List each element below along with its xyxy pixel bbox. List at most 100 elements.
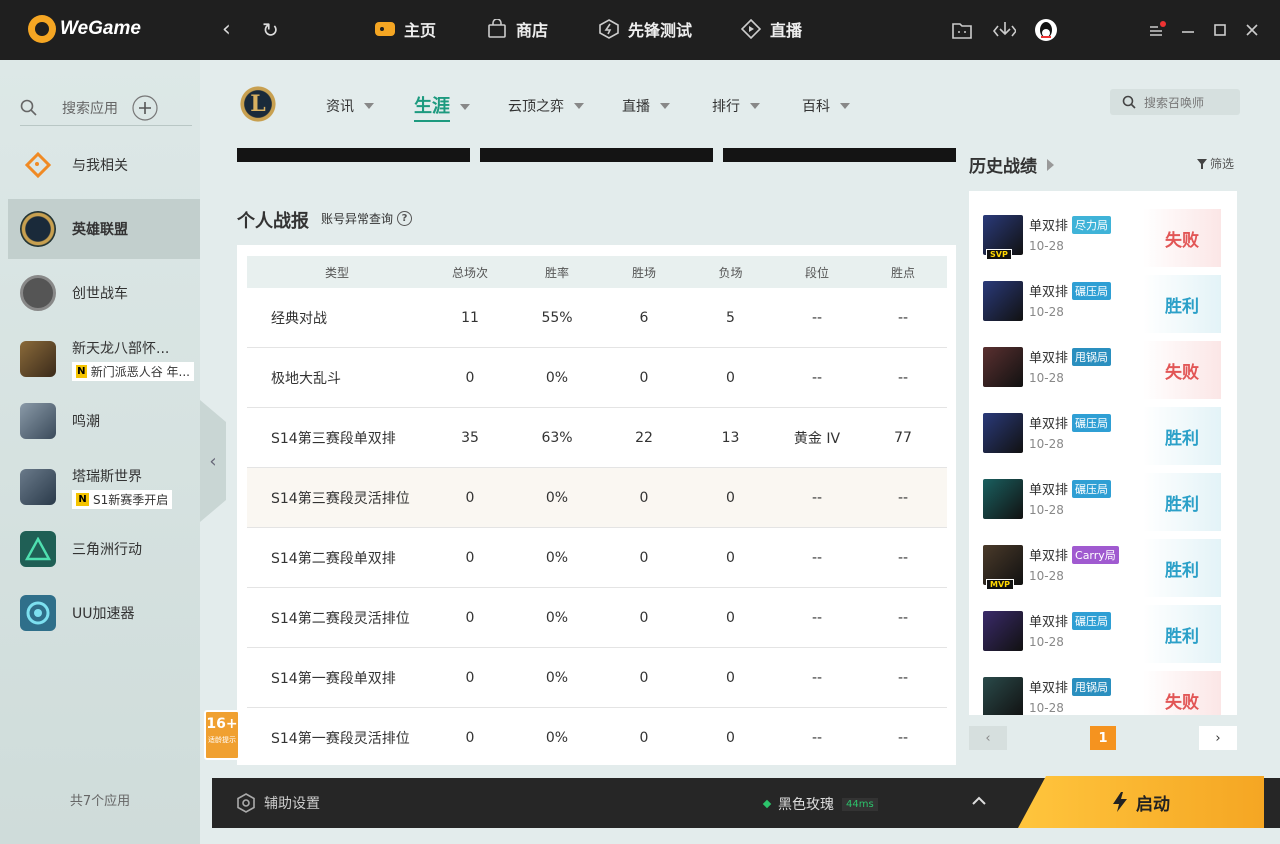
- menu-icon[interactable]: [1144, 18, 1168, 42]
- table-row: S14第三赛段单双排 35 63% 22 13 黄金 IV 77: [247, 408, 947, 468]
- match-row[interactable]: 单双排 碾压局 10-28 胜利: [969, 605, 1237, 663]
- match-date: 10-28: [1029, 635, 1064, 649]
- match-row[interactable]: MVP 单双排 Carry局 10-28 胜利: [969, 539, 1237, 597]
- table-row: S14第二赛段单双排 0 0% 0 0 -- --: [247, 528, 947, 588]
- tab-rank[interactable]: 排行: [712, 96, 760, 116]
- tab-news[interactable]: 资讯: [326, 96, 374, 116]
- row-cell: 55%: [541, 309, 573, 326]
- match-history-list: SVP 单双排 尽力局 10-28 失败 单双排 碾压局 10-28 胜利 单双排 甩锅局 10-28…: [969, 191, 1237, 715]
- row-cell: 0: [465, 369, 475, 386]
- row-cell: --: [897, 729, 909, 746]
- chevron-down-icon: [750, 103, 760, 109]
- champion-avatar: [983, 347, 1023, 387]
- assist-settings-button[interactable]: 辅助设置: [236, 793, 320, 813]
- row-cell: --: [811, 369, 823, 386]
- match-result: 失败: [1143, 209, 1221, 267]
- topnav-store[interactable]: 商店: [486, 17, 548, 41]
- sidebar-item-uu[interactable]: UU加速器: [8, 583, 200, 643]
- user-avatar[interactable]: [1034, 18, 1058, 42]
- match-mode-label: 单双排: [1029, 219, 1069, 234]
- topnav-live[interactable]: 直播: [740, 17, 802, 41]
- age-rating-badge[interactable]: 16+ 适龄提示: [204, 710, 240, 760]
- close-icon[interactable]: [1240, 18, 1264, 42]
- match-mode-label: 单双排: [1029, 483, 1069, 498]
- minimize-icon[interactable]: [1176, 18, 1200, 42]
- match-date: 10-28: [1029, 305, 1064, 319]
- media-card[interactable]: [723, 148, 956, 162]
- lol-logo[interactable]: L: [238, 82, 278, 126]
- table-row: S14第一赛段单双排 0 0% 0 0 -- --: [247, 648, 947, 708]
- download-icon[interactable]: [992, 18, 1016, 42]
- match-row[interactable]: 单双排 碾压局 10-28 胜利: [969, 473, 1237, 531]
- match-row[interactable]: 单双排 碾压局 10-28 胜利: [969, 275, 1237, 333]
- tab-tft[interactable]: 云顶之弈: [508, 96, 584, 116]
- back-icon[interactable]: ‹: [222, 18, 231, 42]
- chevron-left-icon: ‹: [209, 450, 217, 472]
- match-row[interactable]: SVP 单双排 尽力局 10-28 失败: [969, 209, 1237, 267]
- summoner-search[interactable]: 搜索召唤师: [1110, 89, 1240, 115]
- sidebar-item-tarisland[interactable]: 塔瑞斯世界 N S1新赛季开启: [8, 455, 200, 519]
- table-header: 类型 总场次 胜率 胜场 负场 段位 胜点: [247, 256, 947, 288]
- row-type: 经典对战: [271, 310, 327, 327]
- sidebar-item-delta-force[interactable]: 三角洲行动: [8, 519, 200, 579]
- tab-wiki[interactable]: 百科: [802, 96, 850, 116]
- server-selector[interactable]: 黑色玫瑰 44ms: [762, 794, 878, 814]
- sidebar-collapse-handle[interactable]: ‹: [200, 400, 226, 522]
- champion-avatar: [983, 611, 1023, 651]
- row-type: S14第三赛段灵活排位: [271, 490, 410, 507]
- match-row[interactable]: 单双排 甩锅局 10-28 失败: [969, 671, 1237, 715]
- column-header: 总场次: [451, 265, 488, 280]
- match-tag: 甩锅局: [1072, 677, 1112, 696]
- column-header: 类型: [324, 265, 349, 280]
- sidebar-item-tlbb[interactable]: 新天龙八部怀... N 新门派恶人谷 年...: [8, 327, 200, 391]
- match-mode: 单双排 甩锅局: [1029, 347, 1112, 366]
- match-row[interactable]: 单双排 甩锅局 10-28 失败: [969, 341, 1237, 399]
- sidebar-item-lol[interactable]: 英雄联盟: [8, 199, 200, 259]
- media-card[interactable]: [480, 148, 713, 162]
- topnav-home[interactable]: 主页: [374, 17, 436, 41]
- match-mode-label: 单双排: [1029, 285, 1069, 300]
- match-mode-label: 单双排: [1029, 681, 1069, 696]
- match-date: 10-28: [1029, 437, 1064, 451]
- row-cell: 0: [639, 609, 649, 626]
- app-search[interactable]: 搜索应用: [20, 90, 192, 126]
- folder-icon[interactable]: [950, 18, 974, 42]
- topnav-store-label: 商店: [516, 21, 549, 40]
- row-cell: 0: [639, 489, 649, 506]
- match-row[interactable]: 单双排 碾压局 10-28 胜利: [969, 407, 1237, 465]
- sidebar-item-news[interactable]: N S1新赛季开启: [72, 489, 173, 509]
- row-cell: 0: [465, 609, 475, 626]
- sidebar-item-news[interactable]: N 新门派恶人谷 年...: [72, 361, 194, 381]
- launch-button[interactable]: 启动: [1018, 776, 1264, 828]
- column-header: 胜率: [544, 265, 569, 280]
- sidebar-item-wuthering[interactable]: 鸣潮: [8, 391, 200, 451]
- performance-badge: MVP: [986, 579, 1015, 590]
- delta-force-icon: [20, 531, 56, 567]
- maximize-icon[interactable]: [1208, 18, 1232, 42]
- sidebar-item-label: 鸣潮: [72, 414, 100, 430]
- chevron-up-icon[interactable]: [972, 794, 986, 810]
- tab-career[interactable]: 生涯: [414, 92, 470, 122]
- sidebar-item-news-text: 新门派恶人谷 年...: [90, 364, 190, 379]
- add-app-icon[interactable]: [132, 94, 158, 121]
- next-page-button[interactable]: ›: [1199, 726, 1237, 750]
- match-tag: 碾压局: [1072, 611, 1112, 630]
- tab-live[interactable]: 直播: [622, 96, 670, 116]
- topnav-test[interactable]: 先锋测试: [598, 17, 692, 41]
- history-title[interactable]: 历史战绩: [969, 152, 1054, 177]
- refresh-icon[interactable]: ↻: [262, 18, 279, 42]
- page-number[interactable]: 1: [1090, 726, 1116, 750]
- sidebar-item-war-car[interactable]: 创世战车: [8, 263, 200, 323]
- live-icon: [740, 18, 762, 40]
- media-card[interactable]: [237, 148, 470, 162]
- sidebar-item-related[interactable]: 与我相关: [8, 135, 200, 195]
- prev-page-button[interactable]: ‹: [969, 726, 1007, 750]
- match-date: 10-28: [1029, 239, 1064, 253]
- match-result: 胜利: [1143, 605, 1221, 663]
- wegame-logo[interactable]: WeGame: [28, 15, 141, 43]
- row-cell: 0%: [545, 549, 569, 566]
- match-tag: 碾压局: [1072, 479, 1112, 498]
- account-check-link[interactable]: 账号异常查询 ?: [321, 210, 413, 227]
- sidebar-item-label: 创世战车: [72, 286, 128, 302]
- filter-button[interactable]: 筛选: [1197, 155, 1234, 172]
